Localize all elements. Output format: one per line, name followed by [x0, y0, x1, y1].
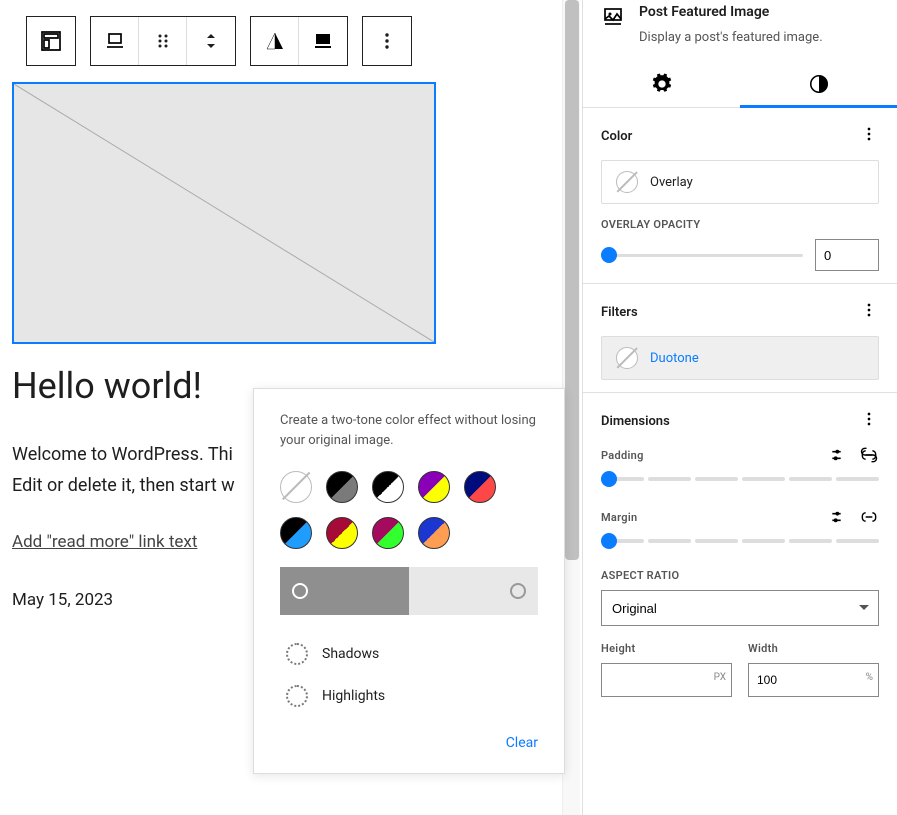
slider-thumb[interactable]	[601, 471, 617, 487]
filters-heading: Filters	[601, 305, 638, 320]
padding-slider[interactable]	[601, 477, 879, 481]
custom-size-icon[interactable]	[829, 445, 849, 465]
filters-panel-menu[interactable]	[859, 300, 879, 324]
featured-image-icon	[601, 4, 625, 32]
duotone-preset-5[interactable]	[280, 517, 312, 549]
drag-button[interactable]	[139, 17, 187, 65]
width-label: Width	[748, 642, 879, 655]
opacity-slider[interactable]	[601, 254, 803, 257]
duotone-field[interactable]: Duotone	[601, 336, 879, 380]
overlay-color-field[interactable]: Overlay	[601, 160, 879, 204]
post-title[interactable]: Hello world!	[12, 365, 202, 407]
align-button[interactable]	[91, 17, 139, 65]
duotone-preset-1[interactable]	[326, 471, 358, 503]
margin-label: Margin	[601, 511, 637, 524]
opacity-label: Overlay opacity	[601, 218, 879, 231]
filters-panel: Filters Duotone	[583, 284, 897, 393]
tab-styles[interactable]	[740, 61, 897, 107]
sidebar-tabs	[583, 61, 897, 108]
shadows-stop-icon[interactable]	[292, 583, 308, 599]
dimensions-panel-menu[interactable]	[859, 409, 879, 433]
highlights-stop-icon[interactable]	[510, 583, 526, 599]
width-input[interactable]	[748, 663, 879, 697]
duotone-popover: Create a two-tone color effect without l…	[253, 388, 565, 774]
color-heading: Color	[601, 129, 632, 144]
settings-sidebar: Post Featured Image Display a post's fea…	[582, 0, 897, 815]
highlights-picker[interactable]: Highlights	[280, 675, 538, 717]
post-date: May 15, 2023	[12, 590, 113, 610]
featured-image-placeholder[interactable]	[12, 82, 436, 344]
custom-size-icon[interactable]	[829, 507, 849, 527]
block-title: Post Featured Image	[639, 4, 823, 20]
duotone-preset-2[interactable]	[372, 471, 404, 503]
duotone-preset-7[interactable]	[372, 517, 404, 549]
duotone-preset-6[interactable]	[326, 517, 358, 549]
color-indicator-icon	[616, 347, 638, 369]
height-input[interactable]	[601, 663, 732, 697]
color-ring-icon	[286, 643, 308, 665]
height-label: Height	[601, 642, 732, 655]
color-indicator-icon	[616, 171, 638, 193]
padding-label: Padding	[601, 449, 644, 462]
dimensions-heading: Dimensions	[601, 414, 670, 429]
clear-button[interactable]: Clear	[280, 735, 538, 751]
block-type-button[interactable]	[27, 17, 75, 65]
duotone-label: Duotone	[650, 351, 699, 366]
slider-thumb[interactable]	[601, 533, 617, 549]
color-panel-menu[interactable]	[859, 124, 879, 148]
color-panel: Color Overlay Overlay opacity	[583, 108, 897, 284]
duotone-gradient-bar[interactable]	[280, 567, 538, 615]
replace-button[interactable]	[299, 17, 347, 65]
duotone-preset-4[interactable]	[464, 471, 496, 503]
aspect-ratio-select[interactable]: Original	[601, 590, 879, 626]
more-options-button[interactable]	[363, 17, 411, 65]
link-sides-icon[interactable]	[859, 507, 879, 527]
slider-thumb[interactable]	[601, 247, 617, 263]
duotone-preset-grid	[280, 471, 538, 549]
margin-slider[interactable]	[601, 539, 879, 543]
move-button[interactable]	[187, 17, 235, 65]
duotone-preset-none[interactable]	[280, 471, 312, 503]
overlay-label: Overlay	[650, 175, 693, 190]
link-sides-icon[interactable]	[859, 445, 879, 465]
aspect-ratio-label: Aspect Ratio	[601, 569, 879, 582]
duotone-preset-8[interactable]	[418, 517, 450, 549]
shadows-picker[interactable]: Shadows	[280, 633, 538, 675]
block-description: Display a post's featured image.	[639, 30, 823, 45]
read-more-link[interactable]: Add "read more" link text	[12, 532, 197, 552]
tab-settings[interactable]	[583, 61, 740, 107]
duotone-preset-3[interactable]	[418, 471, 450, 503]
highlights-label: Highlights	[322, 688, 385, 704]
block-toolbar	[26, 16, 412, 66]
duotone-description: Create a two-tone color effect without l…	[280, 411, 538, 451]
shadows-label: Shadows	[322, 646, 379, 662]
color-ring-icon	[286, 685, 308, 707]
duotone-button[interactable]	[251, 17, 299, 65]
dimensions-panel: Dimensions Padding Margin	[583, 393, 897, 709]
opacity-input[interactable]	[815, 239, 879, 271]
scrollbar-thumb[interactable]	[565, 0, 579, 560]
block-card: Post Featured Image Display a post's fea…	[583, 0, 897, 61]
